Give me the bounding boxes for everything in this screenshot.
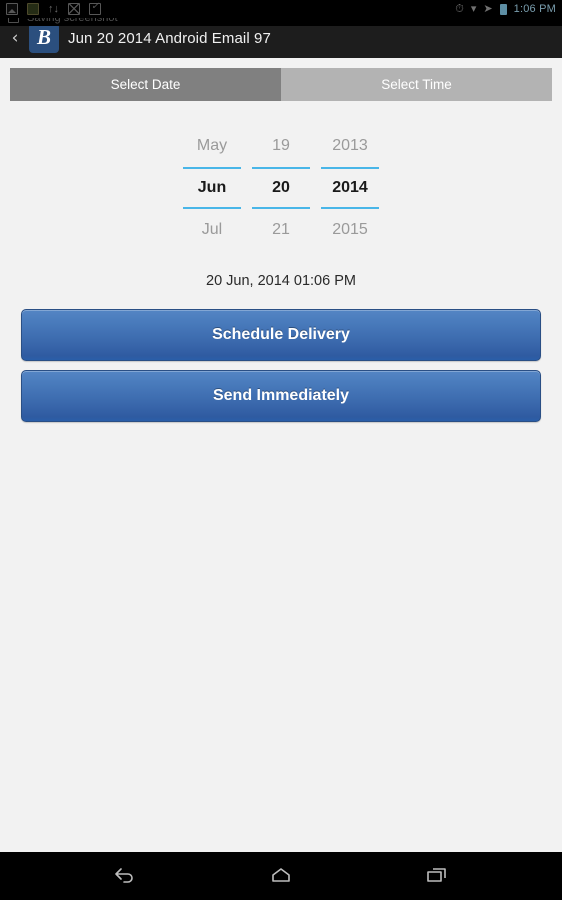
notification-label: Saving screenshot xyxy=(27,18,118,24)
photo-icon xyxy=(27,3,39,15)
image-icon xyxy=(6,3,18,15)
date-picker-month-column[interactable]: May Jun Jul xyxy=(183,125,241,251)
schedule-delivery-button[interactable]: Schedule Delivery xyxy=(21,309,541,361)
year-previous-value[interactable]: 2013 xyxy=(321,125,379,167)
tab-bar: Select Date Select Time xyxy=(0,58,562,101)
send-immediately-button[interactable]: Send Immediately xyxy=(21,370,541,422)
wifi-icon: ▾ xyxy=(470,3,477,15)
month-previous-value[interactable]: May xyxy=(183,125,241,167)
tab-select-date[interactable]: Select Date xyxy=(10,68,281,101)
day-selected-value[interactable]: 20 xyxy=(252,167,310,209)
year-next-value[interactable]: 2015 xyxy=(321,209,379,251)
date-picker-year-column[interactable]: 2013 2014 2015 xyxy=(321,125,379,251)
recents-icon[interactable] xyxy=(414,859,460,893)
action-buttons: Schedule Delivery Send Immediately xyxy=(0,309,562,422)
status-bar: ↑↓ ⏱ ▾ ➤ 1:06 PM xyxy=(0,0,562,18)
checkbox-icon xyxy=(89,1,101,15)
back-chevron-icon[interactable]: ‹ xyxy=(10,29,20,47)
content-pane: Select Date Select Time May Jun Jul 19 2… xyxy=(0,58,562,852)
day-previous-value[interactable]: 19 xyxy=(252,125,310,167)
screenshot-icon xyxy=(8,18,19,23)
tab-select-time[interactable]: Select Time xyxy=(281,68,552,101)
alarm-icon: ⏱ xyxy=(455,3,464,15)
screen: ↑↓ ⏱ ▾ ➤ 1:06 PM Saving screenshot ‹ B J… xyxy=(0,0,562,900)
status-bar-right-icons: ⏱ ▾ ➤ 1:06 PM xyxy=(455,3,556,15)
date-picker-day-column[interactable]: 19 20 21 xyxy=(252,125,310,251)
battery-icon xyxy=(499,3,507,15)
month-selected-value[interactable]: Jun xyxy=(183,167,241,209)
status-bar-clock: 1:06 PM xyxy=(513,3,556,15)
date-picker: May Jun Jul 19 20 21 2013 2014 2015 xyxy=(0,125,562,251)
usb-icon: ↑↓ xyxy=(48,3,59,15)
app-logo-letter: B xyxy=(36,24,51,49)
back-icon[interactable] xyxy=(102,859,148,893)
notification-saving-screenshot: Saving screenshot xyxy=(0,18,562,26)
location-arrow-icon: ➤ xyxy=(483,3,493,15)
android-navigation-bar xyxy=(0,852,562,900)
app-logo-icon[interactable]: B xyxy=(29,23,59,53)
day-next-value[interactable]: 21 xyxy=(252,209,310,251)
page-title: Jun 20 2014 Android Email 97 xyxy=(68,29,271,47)
home-icon[interactable] xyxy=(258,859,304,893)
month-next-value[interactable]: Jul xyxy=(183,209,241,251)
year-selected-value[interactable]: 2014 xyxy=(321,167,379,209)
status-bar-left-icons: ↑↓ xyxy=(6,1,455,15)
mail-icon xyxy=(68,3,80,15)
selected-datetime-summary: 20 Jun, 2014 01:06 PM xyxy=(206,273,356,289)
